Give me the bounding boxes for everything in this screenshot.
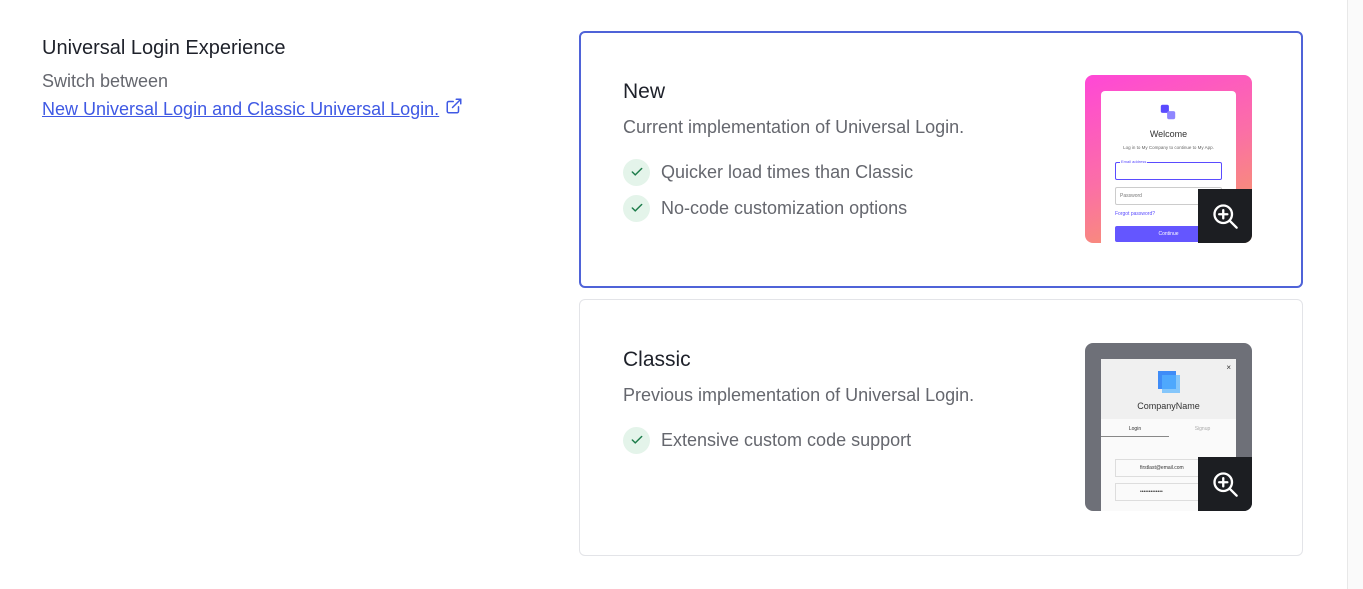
section-title: Universal Login Experience [42, 37, 286, 59]
preview-close: × [1226, 363, 1231, 372]
feature-label: Quicker load times than Classic [661, 161, 914, 182]
feature-item: No-code customization options [623, 190, 964, 226]
logo-icon [1160, 104, 1176, 120]
preview-tab-signup: Signup [1194, 426, 1211, 432]
preview-email-label: Email address [1120, 159, 1148, 164]
section-subtitle: Switch between [42, 71, 169, 91]
preview-welcome: Welcome [1149, 129, 1188, 139]
option-title: Classic [623, 348, 691, 371]
check-icon [623, 426, 650, 454]
preview-tab-login: Login [1101, 421, 1169, 437]
zoom-in-icon [1213, 472, 1238, 497]
feature-list: Quicker load times than Classic No-code … [623, 154, 964, 226]
zoom-preview-button[interactable] [1198, 457, 1252, 511]
option-content: New Current implementation of Universal … [623, 78, 964, 226]
check-icon [623, 194, 650, 222]
option-card-new[interactable]: New Current implementation of Universal … [579, 31, 1303, 288]
preview-thumbnail-new: Welcome Log in to My Company to continue… [1085, 75, 1252, 243]
external-link-icon [445, 96, 463, 122]
feature-list: Extensive custom code support [623, 422, 974, 458]
zoom-preview-button[interactable] [1198, 189, 1252, 243]
option-title: New [623, 80, 666, 103]
feature-item: Extensive custom code support [623, 422, 974, 458]
preview-company: CompanyName [1137, 401, 1200, 411]
preview-thumbnail-classic: × CompanyName Login Signup firstlast@ema… [1085, 343, 1252, 511]
preview-email-field: Email address [1115, 159, 1222, 180]
zoom-in-icon [1213, 204, 1238, 229]
feature-label: No-code customization options [661, 197, 908, 218]
section-header: Universal Login Experience Switch betwee… [42, 34, 522, 122]
option-card-classic[interactable]: Classic Previous implementation of Unive… [579, 299, 1303, 556]
feature-label: Extensive custom code support [661, 429, 912, 450]
feature-item: Quicker load times than Classic [623, 154, 964, 190]
scrollbar[interactable] [1347, 0, 1363, 589]
link-text[interactable]: New Universal Login and Classic Universa… [42, 96, 439, 122]
option-content: Classic Previous implementation of Unive… [623, 346, 974, 458]
preview-subtext: Log in to My Company to continue to My A… [1123, 145, 1214, 150]
universal-login-docs-link[interactable]: New Universal Login and Classic Universa… [42, 96, 463, 122]
option-description: Previous implementation of Universal Log… [623, 385, 975, 405]
preview-forgot: Forgot password? [1115, 211, 1156, 217]
check-icon [623, 158, 650, 186]
option-description: Current implementation of Universal Logi… [623, 117, 965, 137]
logo-icon [1158, 371, 1180, 393]
